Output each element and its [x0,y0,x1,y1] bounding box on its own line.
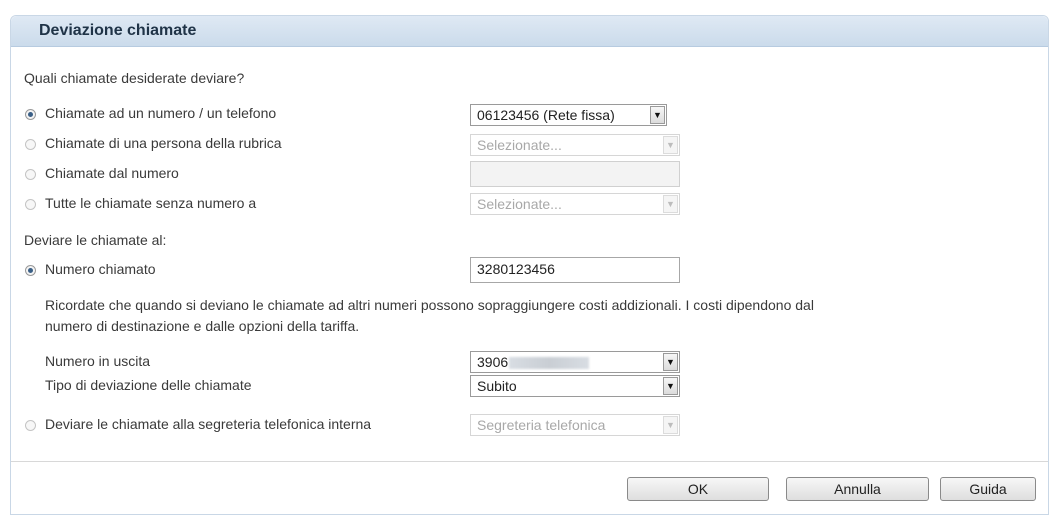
chevron-down-icon: ▼ [663,195,678,213]
panel-header: Deviazione chiamate [11,16,1048,47]
select-without-number[interactable]: Selezionate... ▼ [470,193,680,215]
input-from-number[interactable] [470,161,680,187]
help-button[interactable]: Guida [940,477,1036,501]
select-forwarding-type[interactable]: Subito ▼ [470,375,680,397]
chevron-down-icon: ▼ [663,377,678,395]
label-outgoing-number: Numero in uscita [45,353,151,369]
option-label-calls-from-number: Chiamate dal numero [45,165,179,181]
cost-notice-line2: numero di destinazione e dalle opzioni d… [45,318,360,334]
label-forwarding-type: Tipo di deviazione delle chiamate [45,377,252,393]
radio-voicemail[interactable] [25,420,36,431]
ok-button[interactable]: OK [627,477,769,501]
cancel-button[interactable]: Annulla [786,477,929,501]
radio-calls-without-number[interactable] [25,199,36,210]
option-label-calls-from-contact: Chiamate di una persona della rubrica [45,135,282,151]
chevron-down-icon: ▼ [663,136,678,154]
redacted-digits [509,357,589,369]
forward-to-heading: Deviare le chiamate al: [24,232,167,248]
cost-notice-line1: Ricordate che quando si deviano le chiam… [45,297,814,313]
select-forwarding-type-value: Subito [477,378,517,394]
select-contact-value: Selezionate... [477,137,562,153]
select-line-value: 06123456 (Rete fissa) [477,107,615,123]
footer-divider [11,461,1048,462]
radio-called-number[interactable] [25,265,36,276]
select-contact[interactable]: Selezionate... ▼ [470,134,680,156]
input-called-number[interactable]: 3280123456 [470,257,680,283]
call-forwarding-panel: Deviazione chiamate Quali chiamate desid… [10,15,1049,515]
select-outgoing-number-value: 3906 [477,354,509,370]
radio-calls-from-contact[interactable] [25,139,36,150]
select-line[interactable]: 06123456 (Rete fissa) ▼ [470,104,667,126]
option-label-calls-to-number: Chiamate ad un numero / un telefono [45,105,277,121]
select-without-number-value: Selezionate... [477,196,562,212]
panel-title: Deviazione chiamate [39,22,197,39]
option-label-calls-without-number: Tutte le chiamate senza numero a [45,195,257,211]
radio-calls-from-number[interactable] [25,169,36,180]
label-called-number: Numero chiamato [45,261,156,277]
radio-calls-to-number[interactable] [25,109,36,120]
chevron-down-icon: ▼ [663,353,678,371]
chevron-down-icon: ▼ [663,416,678,434]
which-calls-question: Quali chiamate desiderate deviare? [24,70,245,86]
select-voicemail[interactable]: Segreteria telefonica ▼ [470,414,680,436]
select-outgoing-number[interactable]: 3906 ▼ [470,351,680,373]
chevron-down-icon: ▼ [650,106,665,124]
select-voicemail-value: Segreteria telefonica [477,417,606,433]
label-voicemail: Deviare le chiamate alla segreteria tele… [45,416,372,432]
